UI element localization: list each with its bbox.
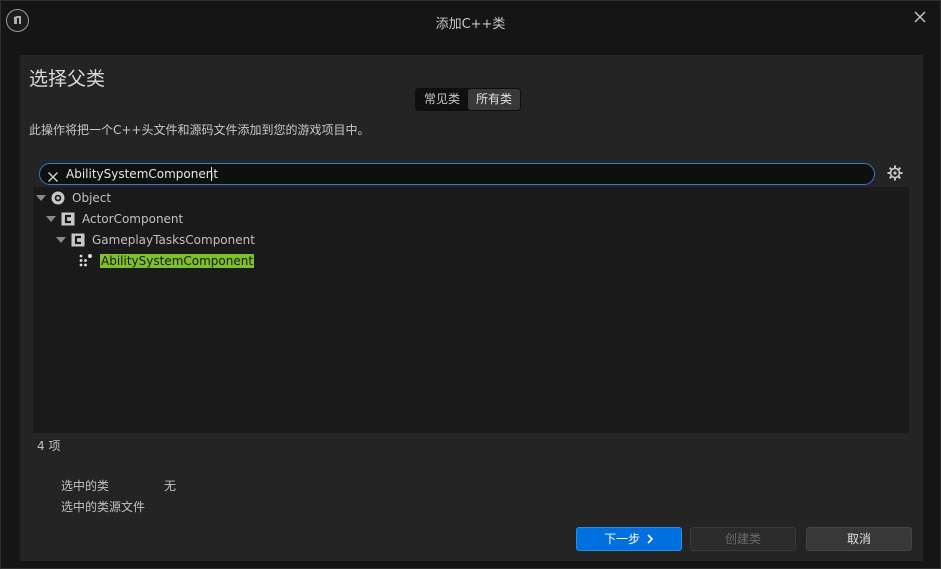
- object-icon: [51, 191, 65, 205]
- component-icon: [79, 253, 93, 268]
- page-title: 选择父类: [29, 68, 106, 90]
- search-box: [39, 163, 875, 185]
- create-class-button[interactable]: 创建类: [690, 527, 796, 551]
- class-filter-tabs: 常见类 所有类: [415, 88, 522, 111]
- expand-arrow-icon[interactable]: [46, 215, 56, 222]
- class-icon: [71, 233, 85, 247]
- window-title: 添加C++类: [435, 17, 506, 32]
- selected-class-value: 无: [164, 479, 177, 493]
- close-icon[interactable]: [913, 9, 927, 23]
- description-text: 此操作将把一个C++头文件和源码文件添加到您的游戏项目中。: [29, 123, 370, 137]
- tree-item-label: Object: [72, 190, 112, 205]
- next-button-label: 下一步: [604, 532, 641, 546]
- tree-item-abilitysystemcomponent[interactable]: AbilitySystemComponent: [79, 250, 255, 271]
- expand-arrow-icon[interactable]: [56, 236, 66, 243]
- selected-class-label: 选中的类: [61, 479, 110, 493]
- tab-all-classes[interactable]: 所有类: [468, 89, 521, 110]
- tree-item-actorcomponent[interactable]: ActorComponent: [46, 208, 183, 229]
- text-caret: [211, 167, 212, 181]
- clear-icon[interactable]: [47, 168, 59, 182]
- selected-source-label: 选中的类源文件: [61, 500, 146, 514]
- tree-item-label: AbilitySystemComponent: [100, 253, 255, 268]
- tree-item-object[interactable]: Object: [36, 187, 111, 208]
- main-panel: 选择父类 常见类 所有类 此操作将把一个C++头文件和源码文件添加到您的游戏项目…: [20, 55, 923, 561]
- expand-arrow-icon[interactable]: [36, 194, 46, 201]
- tree-item-label: GameplayTasksComponent: [92, 232, 255, 247]
- item-count: 4 项: [37, 439, 61, 453]
- chevron-right-icon: [646, 529, 654, 551]
- class-icon: [61, 212, 75, 226]
- gear-icon[interactable]: [887, 165, 903, 181]
- tab-common-classes[interactable]: 常见类: [416, 89, 468, 110]
- title-bar: 添加C++类: [1, 1, 940, 41]
- dialog-window: 添加C++类 选择父类 常见类 所有类 此操作将把一个C++头文件和源码文件添加…: [0, 0, 941, 569]
- cancel-button[interactable]: 取消: [806, 527, 912, 551]
- tree-item-label: ActorComponent: [82, 211, 184, 226]
- class-tree: Object ActorComponent GameplayTasksCompo…: [33, 187, 909, 433]
- next-button[interactable]: 下一步: [576, 527, 682, 551]
- search-input[interactable]: [66, 165, 856, 183]
- tree-item-gameplaytaskscomponent[interactable]: GameplayTasksComponent: [56, 229, 255, 250]
